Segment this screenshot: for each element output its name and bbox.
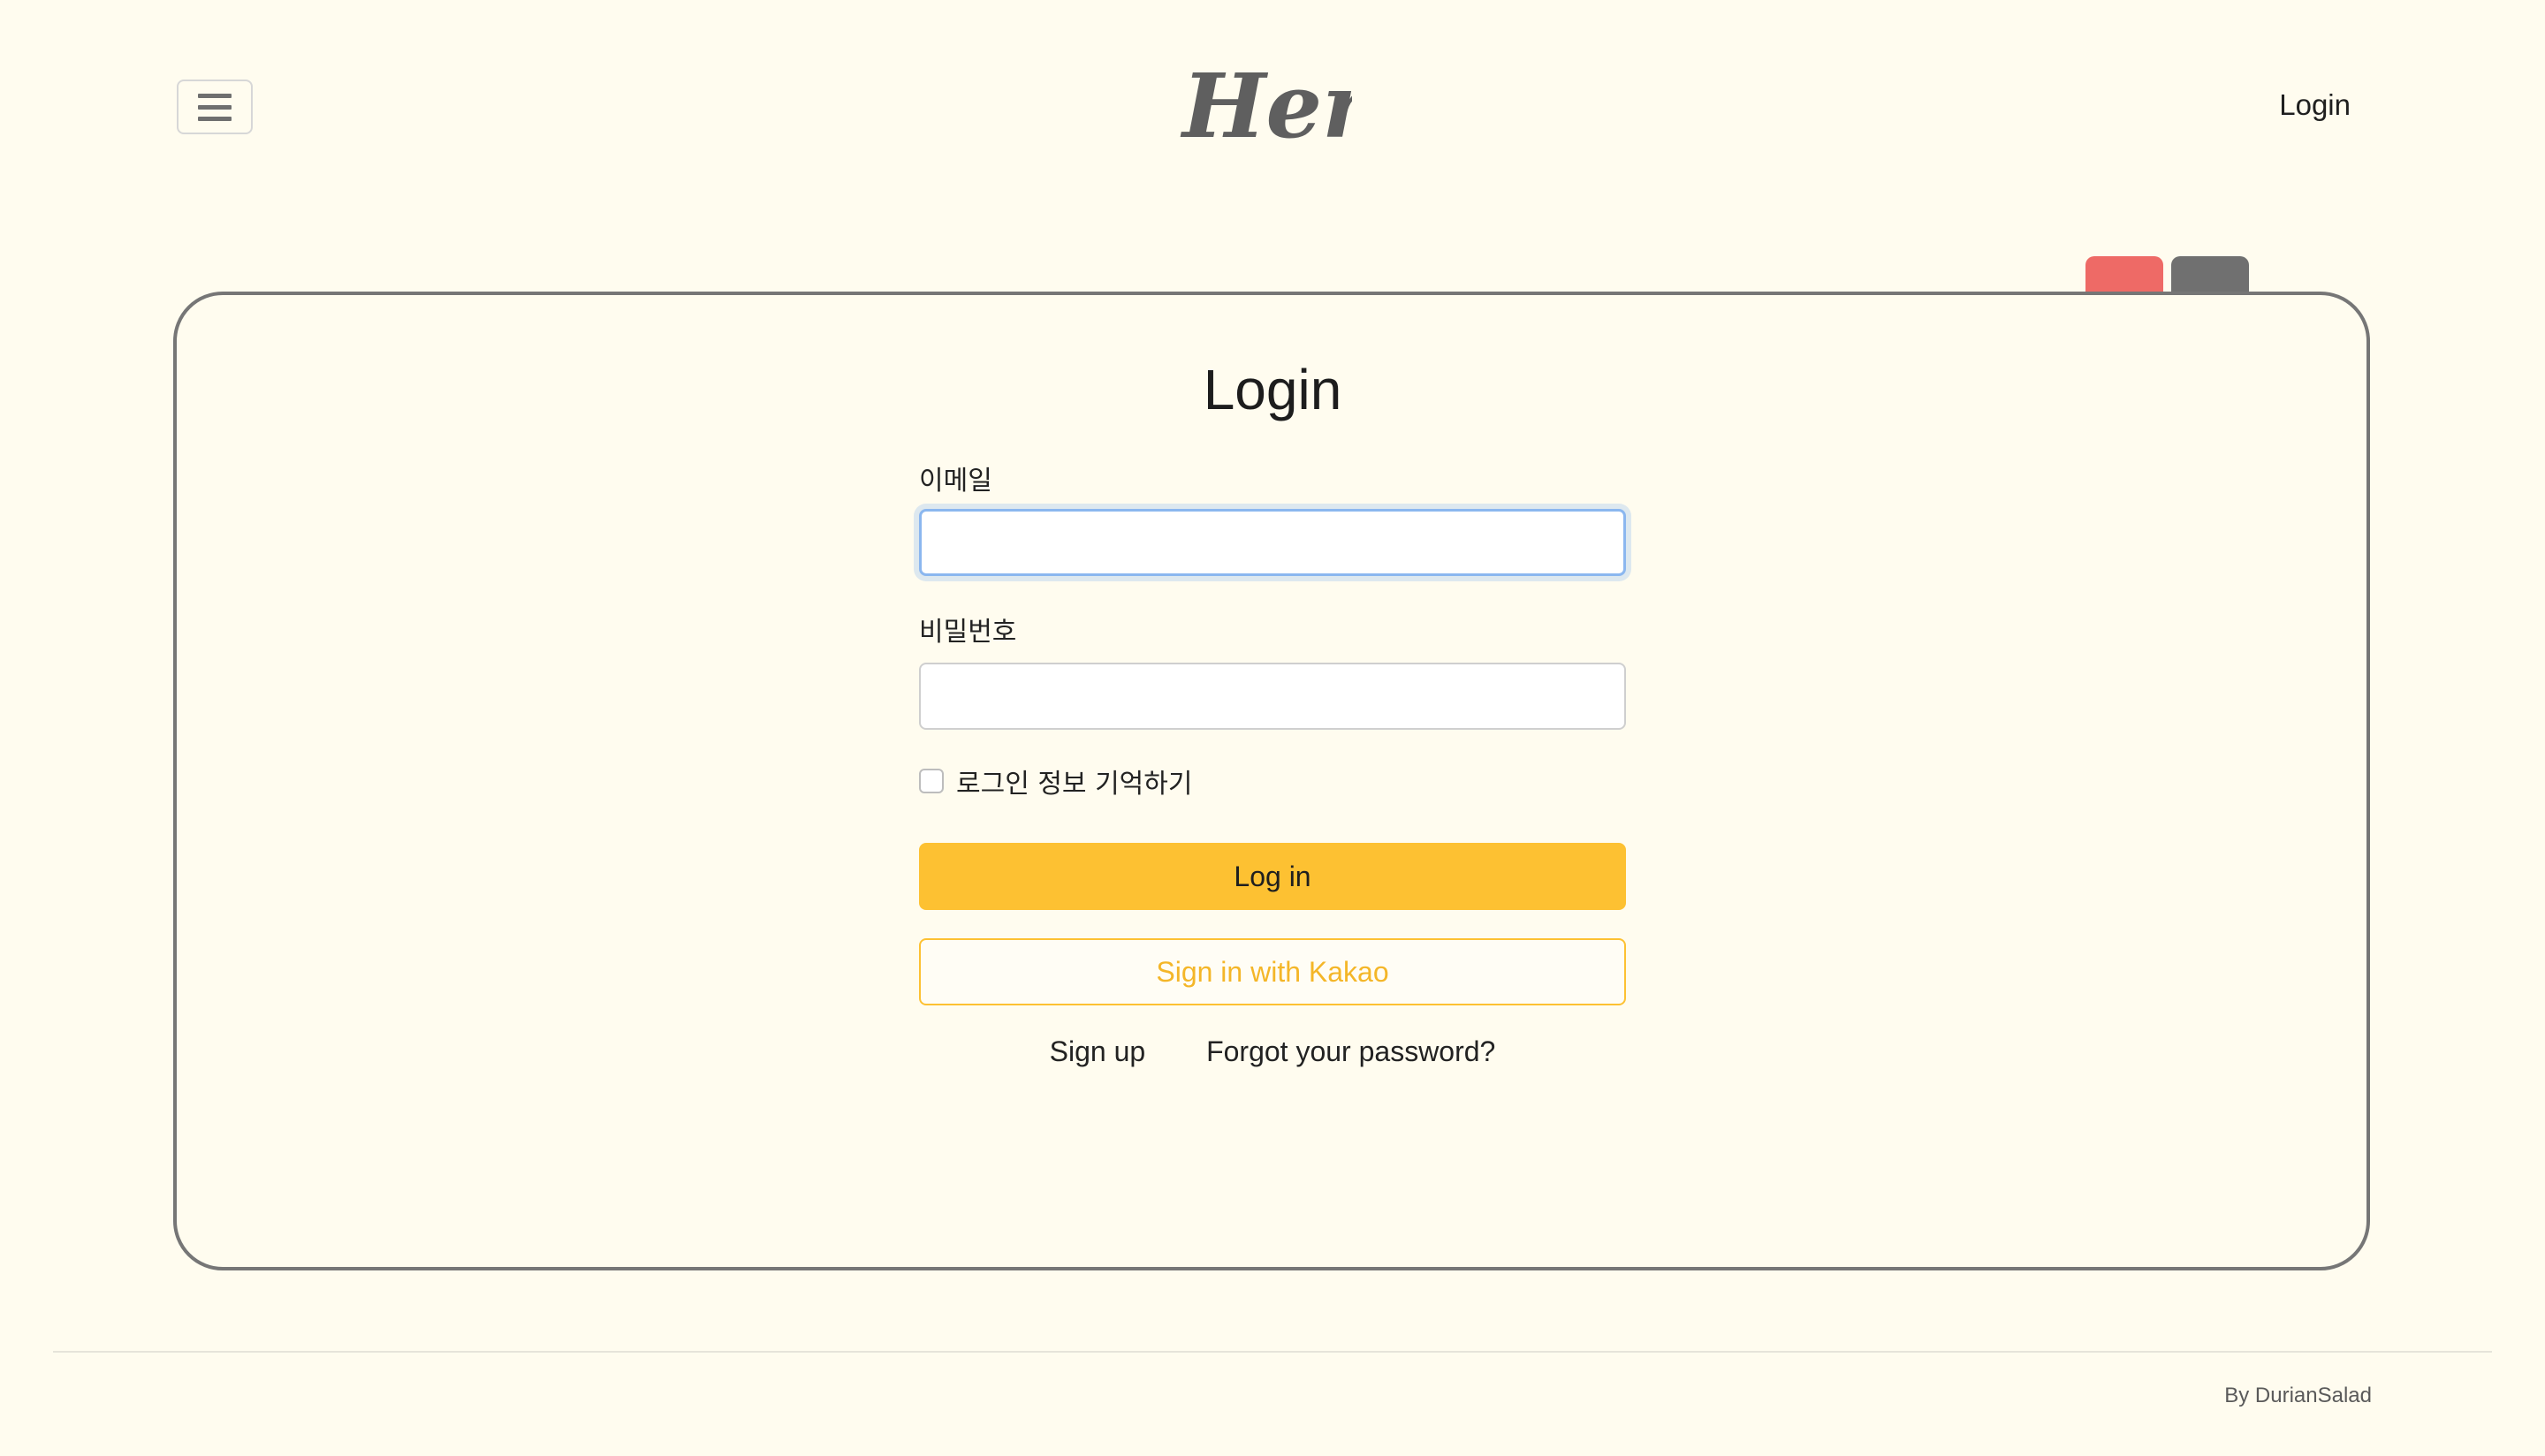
red-tab[interactable] [2085,256,2163,295]
password-field[interactable] [919,663,1626,730]
hamburger-icon [198,93,232,98]
header: Hertz Login [0,0,2545,212]
footer-divider [53,1351,2492,1353]
auth-links: Sign up Forgot your password? [919,1035,1626,1068]
login-button[interactable]: Log in [919,843,1626,910]
header-login-link[interactable]: Login [2279,88,2351,122]
page-title: Login [1203,358,1342,421]
signup-link[interactable]: Sign up [1050,1035,1146,1067]
forgot-password-link[interactable]: Forgot your password? [1206,1035,1495,1067]
logo[interactable]: Hertz [1175,53,1462,159]
hamburger-icon-bar [198,116,232,121]
logo-text: Hertz [1180,54,1352,158]
remember-row: 로그인 정보 기억하기 [919,762,1192,800]
hamburger-icon-bar [198,104,232,110]
password-label: 비밀번호 [919,617,1017,648]
menu-button[interactable] [177,80,253,134]
remember-label[interactable]: 로그인 정보 기억하기 [956,762,1192,800]
remember-checkbox[interactable] [919,769,944,793]
logo-graphic: Hertz [1180,54,1462,158]
footer-credit: By DurianSalad [2224,1384,2372,1407]
email-label: 이메일 [919,466,992,497]
login-card [173,292,2370,1270]
gray-tab[interactable] [2171,256,2249,295]
kakao-login-button[interactable]: Sign in with Kakao [919,938,1626,1005]
email-field[interactable] [919,509,1626,576]
